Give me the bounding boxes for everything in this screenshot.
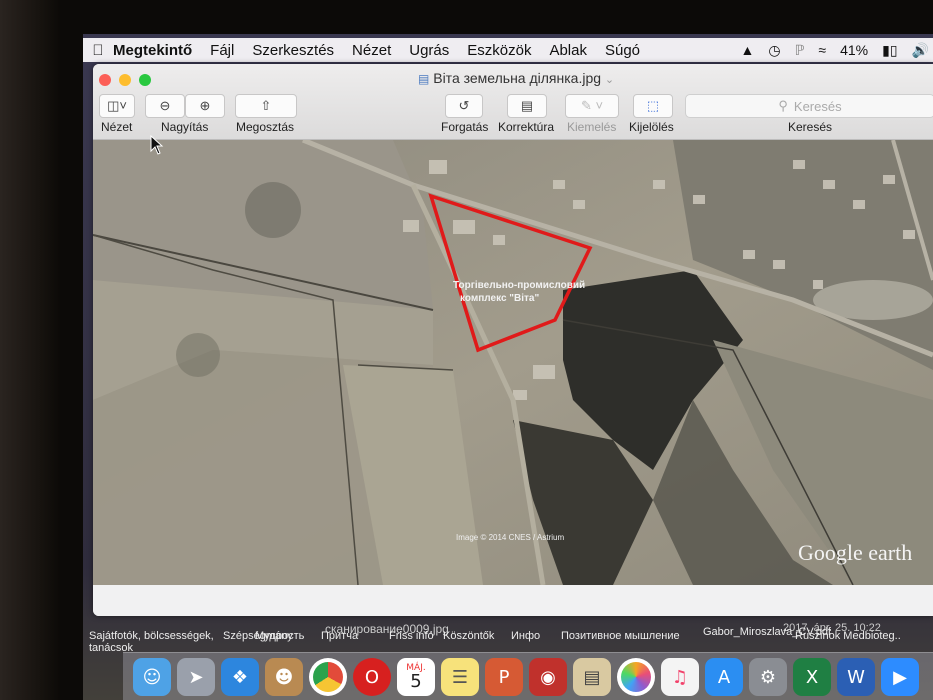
share-label: Megosztás [236,120,295,134]
desktop-folder-positive[interactable]: Позитивное мышление [561,630,680,642]
zoom-out-icon: ⊖ [159,98,171,113]
zoom-in-button[interactable]: ⊕ [185,94,225,118]
close-window-button[interactable] [99,74,111,86]
calendar-icon[interactable]: MÁJ. 5 [397,658,435,696]
selection-label: Kijelölés [629,120,674,134]
search-icon: ⚲ [778,98,788,113]
battery-percent: 41% [840,42,869,58]
highlight-label: Kiemelés [567,120,617,134]
imagery-credit: Image © 2014 CNES / Astrium [456,533,564,542]
appstore-icon[interactable]: A [705,658,743,696]
site-annotation-line2: комплекс "Віта" [460,293,539,304]
selection-icon: ⬚ [646,98,660,113]
contacts-icon[interactable]: ☻ [265,658,303,696]
mouse-cursor-icon [150,135,164,155]
battery-icon[interactable]: ▮▯ [882,42,897,59]
minimize-window-button[interactable] [119,74,131,86]
sidebar-view-button[interactable]: ◫˅ [99,94,135,118]
opera-icon[interactable]: O [353,658,391,696]
calendar-day: 5 [410,670,422,692]
safari-icon[interactable]: ❖ [221,658,259,696]
apple-menu-icon[interactable]:  [83,42,113,59]
bluetooth-icon[interactable]: ℙ [795,42,805,59]
window-title: ▤ Віта земельна ділянка.jpg ⌄ [418,70,614,86]
time-machine-icon[interactable]: ◷ [768,42,780,59]
window-bottom-area [93,585,933,616]
search-field[interactable]: ⚲ Keresés [685,94,933,118]
zoom-window-button[interactable] [139,74,151,86]
desktop-folder-kosz[interactable]: Köszöntők [443,630,494,642]
status-area: ▲ ◷ ℙ ≈ 41% ▮▯ 🔊 [741,38,929,62]
menu-view[interactable]: Nézet [352,42,391,59]
markup-button[interactable]: ▤ [507,94,547,118]
share-icon: ⇧ [260,98,272,113]
chrome-icon[interactable] [309,658,347,696]
menu-go[interactable]: Ugrás [409,42,449,59]
finder-icon[interactable]: ☺ [133,658,171,696]
site-annotation-line1: Торгівельно-промисловий [453,280,585,291]
window-title-text: Віта земельна ділянка.jpg [433,70,602,86]
preview-icon[interactable]: ▤ [573,658,611,696]
screen:  Megtekintő Fájl Szerkesztés Nézet Ugrá… [83,34,933,700]
sidebar-icon: ◫˅ [107,98,127,113]
highlight-button[interactable]: ✎ ˅ [565,94,619,118]
desktop-folder-wisdom[interactable]: Sajátfotók, bölcsességek, [89,630,214,642]
desktop-folder-info[interactable]: Инфо [511,630,540,642]
toolbox-icon: ▤ [520,98,534,113]
zoom-icon[interactable]: ▶ [881,658,919,696]
music-icon[interactable]: ♫ [661,658,699,696]
excel-icon[interactable]: X [793,658,831,696]
desktop-folder-mudrost[interactable]: Мудрость [255,630,304,642]
window-toolbar: ▤ Віта земельна ділянка.jpg ⌄ ◫˅ Nézet ⊖… [93,64,933,140]
volume-icon[interactable]: 🔊 [912,42,929,59]
view-label: Nézet [101,120,133,134]
rotate-button[interactable]: ↺ [445,94,483,118]
menu-file[interactable]: Fájl [210,42,234,59]
satellite-image: Торгівельно-промисловий комплекс "Віта" … [93,140,933,585]
notification-icon[interactable]: ▲ [741,42,755,58]
menu-app-name[interactable]: Megtekintő [113,42,192,59]
system-preferences-icon[interactable]: ⚙ [749,658,787,696]
correction-label: Korrektúra [498,120,555,134]
photos-icon[interactable] [617,658,655,696]
launchpad-icon[interactable]: ➤ [177,658,215,696]
image-viewer[interactable]: Торгівельно-промисловий комплекс "Віта" … [93,140,933,585]
google-earth-watermark: Google earth [798,540,912,565]
share-button[interactable]: ⇧ [235,94,297,118]
powerpoint-icon[interactable]: P [485,658,523,696]
wifi-icon[interactable]: ≈ [818,42,826,58]
highlighter-icon: ✎ ˅ [580,98,604,113]
file-icon: ▤ [418,72,430,86]
desktop-file-ruszinok[interactable]: Ruszinok Medbioteg.. [795,630,901,642]
search-label: Keresés [788,120,833,134]
notes-icon[interactable]: ☰ [441,658,479,696]
menu-tools[interactable]: Eszközök [467,42,531,59]
zoom-label: Nagyítás [161,120,209,134]
selection-button[interactable]: ⬚ [633,94,673,118]
desktop-folder-pritcha[interactable]: Притча [321,630,358,642]
desktop-folder-friss[interactable]: Friss infó [389,630,434,642]
search-placeholder: Keresés [793,98,842,114]
menu-window[interactable]: Ablak [549,42,587,59]
preview-window: ▤ Віта земельна ділянка.jpg ⌄ ◫˅ Nézet ⊖… [93,64,933,616]
dock: ☺ ➤ ❖ ☻ O MÁJ. 5 ☰ P ◉ ▤ ♫ A ⚙ X W ▶ [123,652,933,700]
rotate-icon: ↺ [458,98,470,113]
rotate-label: Forgatás [441,120,489,134]
menu-help[interactable]: Súgó [605,42,640,59]
photobooth-icon[interactable]: ◉ [529,658,567,696]
zoom-in-icon: ⊕ [199,98,211,113]
word-icon[interactable]: W [837,658,875,696]
menu-bar:  Megtekintő Fájl Szerkesztés Nézet Ugrá… [83,38,933,62]
menu-edit[interactable]: Szerkesztés [252,42,334,59]
title-chevron-icon[interactable]: ⌄ [605,74,614,86]
zoom-out-button[interactable]: ⊖ [145,94,185,118]
